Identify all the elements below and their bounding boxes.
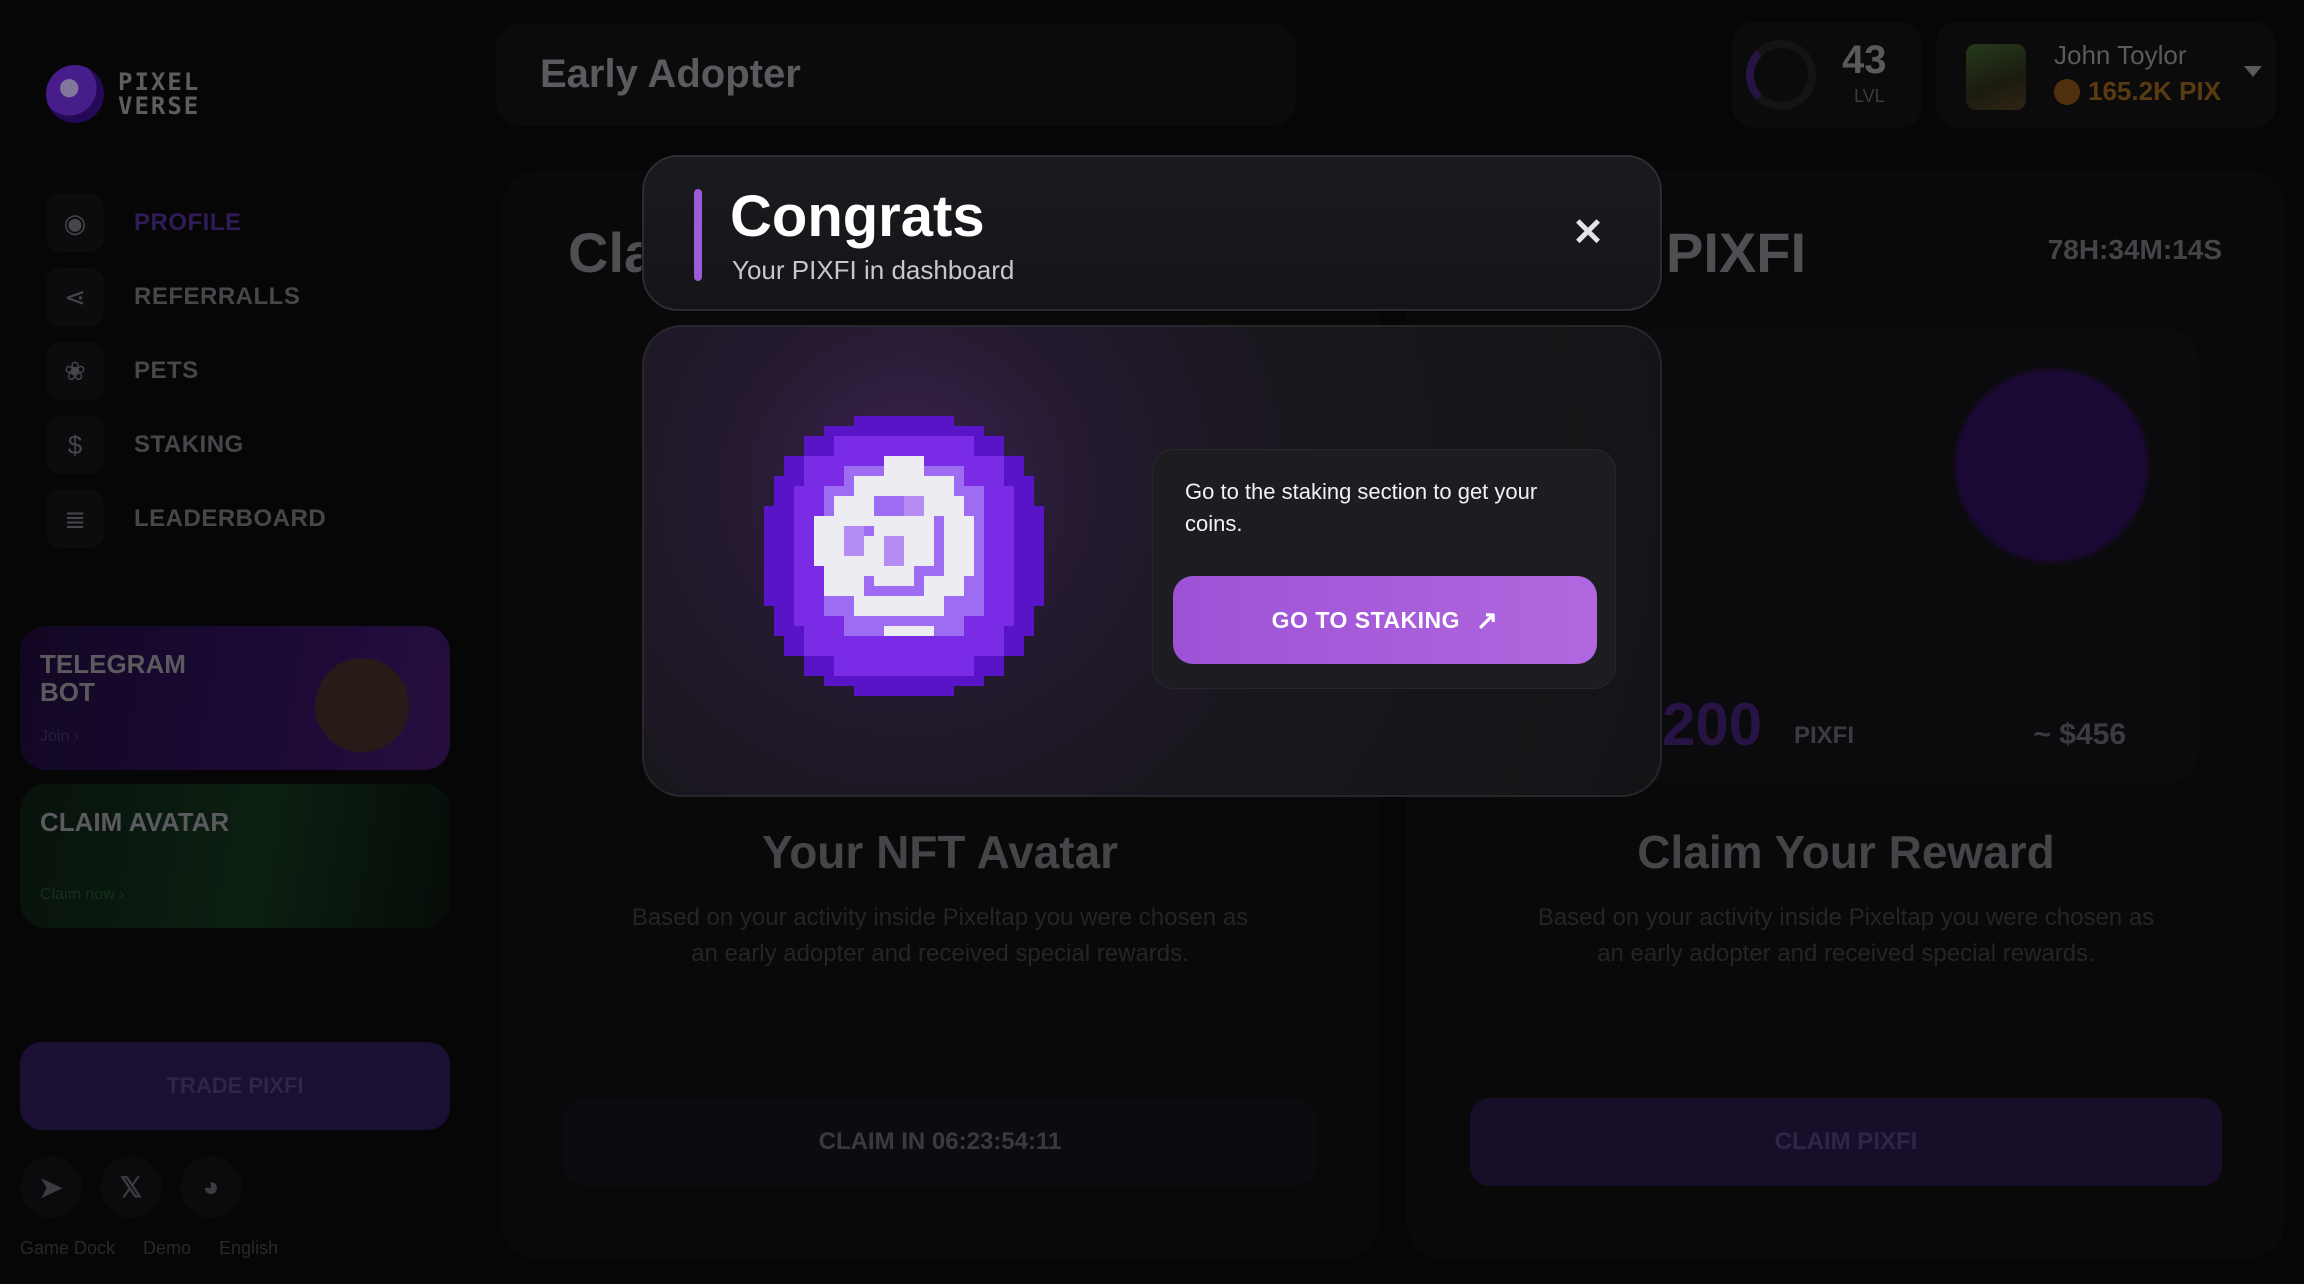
go-to-staking-label: GO TO STAKING <box>1271 606 1461 633</box>
go-to-staking-button[interactable]: GO TO STAKING ↗ <box>1173 576 1597 664</box>
arrow-up-right-icon: ↗ <box>1476 604 1499 635</box>
modal-subtitle: Your PIXFI in dashboard <box>732 255 1015 285</box>
close-icon[interactable]: ✕ <box>1568 213 1608 253</box>
accent-bar <box>694 189 702 281</box>
modal-title: Congrats <box>730 184 985 249</box>
staking-info-box: Go to the staking section to get your co… <box>1152 449 1616 689</box>
staking-info-text: Go to the staking section to get your co… <box>1185 479 1538 536</box>
congrats-modal-body: Go to the staking section to get your co… <box>642 325 1662 797</box>
congrats-modal-header: Congrats Your PIXFI in dashboard ✕ <box>642 155 1662 311</box>
pixfi-coin-icon <box>764 416 1044 696</box>
